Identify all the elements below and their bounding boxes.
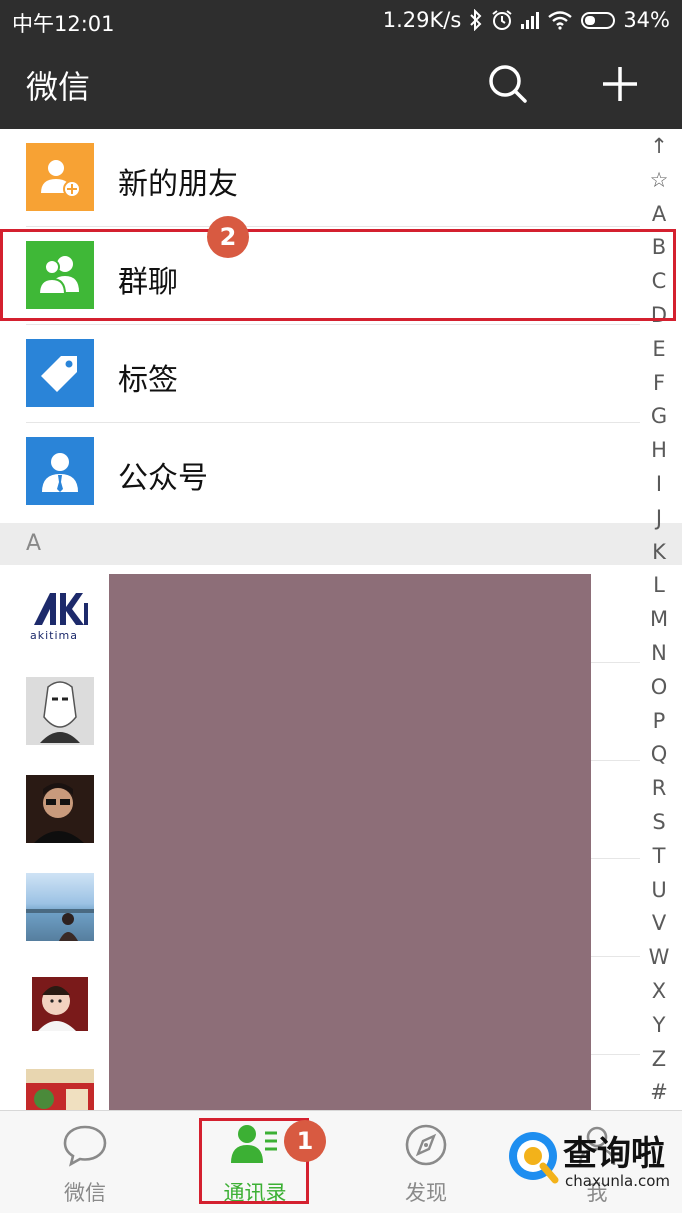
tag-icon	[26, 339, 94, 407]
compass-icon	[405, 1124, 447, 1166]
privacy-mask-overlay	[109, 574, 591, 1113]
tab-chats[interactable]: 微信	[0, 1111, 170, 1213]
index-letter[interactable]: L	[642, 569, 676, 603]
index-letter[interactable]: U	[642, 874, 676, 908]
index-letter[interactable]: N	[642, 637, 676, 671]
group-chat-highlight	[0, 229, 676, 321]
avatar-text: akitima	[30, 629, 78, 642]
index-letter[interactable]: W	[642, 941, 676, 975]
net-speed: 1.29K/s	[382, 8, 462, 32]
index-letter[interactable]: S	[642, 806, 676, 840]
index-letter[interactable]: M	[642, 603, 676, 637]
bluetooth-icon	[470, 9, 482, 31]
new-friend-icon	[26, 143, 94, 211]
baby-avatar	[26, 971, 94, 1039]
sea-girl-avatar	[26, 873, 94, 941]
index-letter[interactable]: Y	[642, 1009, 676, 1043]
index-letter[interactable]: V	[642, 907, 676, 941]
plus-icon[interactable]	[596, 60, 644, 108]
index-letter[interactable]: ↑	[642, 130, 676, 164]
index-letter[interactable]: P	[642, 705, 676, 739]
page-title: 微信	[26, 68, 91, 106]
watermark-title: 查询啦	[563, 1134, 665, 1174]
search-icon[interactable]	[484, 60, 532, 108]
battery-level: 34%	[623, 8, 670, 32]
tab-label: 微信	[64, 1181, 106, 1205]
index-letter[interactable]: ☆	[642, 164, 676, 198]
tab-label: 发现	[405, 1181, 447, 1205]
section-header: A	[0, 523, 682, 565]
alarm-icon	[492, 10, 512, 30]
signal-icon	[521, 11, 540, 29]
section-letter: A	[26, 531, 42, 556]
status-right-group: 1.29K/s 34%	[383, 8, 670, 32]
function-list: 新的朋友 群聊 标签 公众号	[0, 129, 640, 521]
index-letter[interactable]: F	[642, 367, 676, 401]
official-accounts-item[interactable]: 公众号	[0, 423, 640, 521]
step-badge-1: 1	[284, 1120, 326, 1162]
new-friends-item[interactable]: 新的朋友	[0, 129, 640, 227]
index-letter[interactable]: H	[642, 434, 676, 468]
tags-item[interactable]: 标签	[0, 325, 640, 423]
index-letter[interactable]: J	[642, 502, 676, 536]
step-badge-2: 2	[207, 216, 249, 258]
status-bar: 中午12:01 1.29K/s 34%	[0, 0, 682, 40]
index-letter[interactable]: X	[642, 975, 676, 1009]
index-letter[interactable]: T	[642, 840, 676, 874]
index-letter[interactable]: Q	[642, 738, 676, 772]
tab-discover[interactable]: 发现	[341, 1111, 511, 1213]
header-bar: 微信	[0, 40, 682, 129]
index-letter[interactable]: K	[642, 536, 676, 570]
watermark-logo-icon	[509, 1132, 559, 1184]
official-accounts-label: 公众号	[118, 461, 208, 496]
sunglasses-man-avatar	[26, 775, 94, 843]
index-letter[interactable]: A	[642, 198, 676, 232]
official-account-icon	[26, 437, 94, 505]
status-time: 中午12:01	[12, 12, 115, 36]
watermark-subtitle: chaxunla.com	[565, 1172, 670, 1190]
index-letter[interactable]: O	[642, 671, 676, 705]
index-letter[interactable]: Z	[642, 1043, 676, 1077]
watermark: 查询啦 chaxunla.com	[505, 1120, 677, 1200]
wifi-icon	[548, 11, 573, 30]
chat-bubble-icon	[63, 1125, 107, 1167]
tags-label: 标签	[118, 363, 178, 398]
new-friends-label: 新的朋友	[118, 167, 238, 202]
index-letter[interactable]: #	[642, 1076, 676, 1110]
battery-icon	[581, 11, 616, 29]
sketch-portrait-avatar	[26, 677, 94, 745]
index-letter[interactable]: G	[642, 400, 676, 434]
index-letter[interactable]: I	[642, 468, 676, 502]
index-letter[interactable]: R	[642, 772, 676, 806]
index-letter[interactable]: E	[642, 333, 676, 367]
akitima-logo: akitima	[26, 579, 94, 647]
